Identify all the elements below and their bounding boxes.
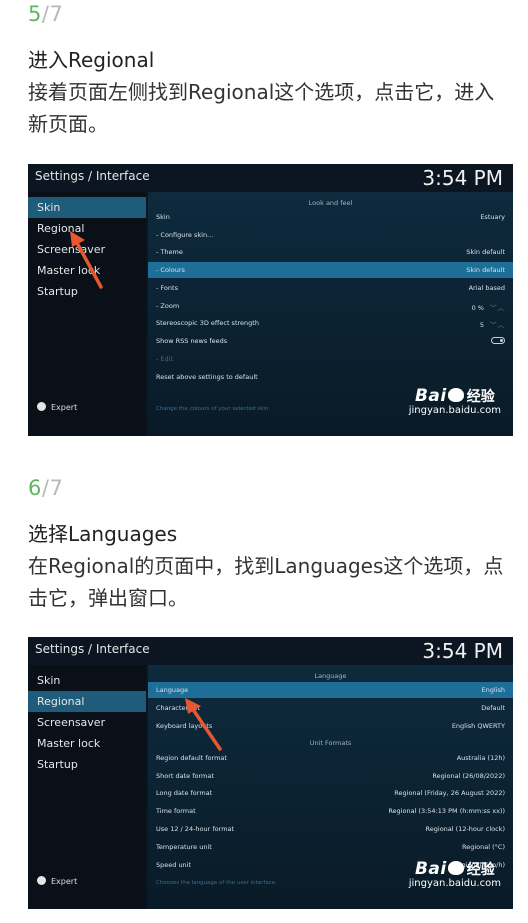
sidebar-item-master-lock[interactable]: Master lock [28, 733, 146, 754]
setting-row-configure-skin[interactable]: - Configure skin... [148, 227, 513, 243]
sidebar-item-screensaver[interactable]: Screensaver [28, 712, 146, 733]
setting-row-time-format[interactable]: Time format Regional (3:54:13 PM (h:mm:s… [148, 803, 513, 819]
setting-row-colours[interactable]: - Colours Skin default [148, 262, 513, 278]
baidu-watermark: Bai 经验 jingyan.baidu.com [408, 859, 501, 889]
step-description: 在Regional的页面中，找到Languages这个选项，点击它，弹出窗口。 [28, 554, 504, 610]
step-number: 5/7 [28, 2, 64, 26]
setting-row-stereoscopic[interactable]: Stereoscopic 3D effect strength 5 ﹀︿ [148, 315, 513, 331]
sidebar-item-skin[interactable]: Skin [28, 670, 146, 691]
gear-icon [37, 876, 46, 885]
sidebar-item-startup[interactable]: Startup [28, 754, 146, 775]
section-header: Look and feel [308, 199, 353, 207]
sidebar-item-skin[interactable]: Skin [28, 197, 146, 218]
setting-row-edit: - Edit [156, 355, 173, 363]
breadcrumb: Settings / Interface [35, 642, 150, 656]
spinner-arrows-icon[interactable]: ﹀︿ [490, 304, 505, 312]
settings-sidebar: Skin Regional Screensaver Master lock St… [28, 665, 146, 909]
spinner-arrows-icon[interactable]: ﹀︿ [490, 321, 505, 329]
step-title: 选择Languages [28, 522, 178, 546]
setting-row-language[interactable]: Language English [148, 682, 513, 698]
section-header: Unit Formats [309, 739, 352, 747]
setting-row-rss[interactable]: Show RSS news feeds [148, 333, 513, 349]
setting-row-character-set[interactable]: Character set Default [148, 700, 513, 716]
setting-row-temperature[interactable]: Temperature unit Regional (°C) [148, 839, 513, 855]
breadcrumb: Settings / Interface [35, 169, 150, 183]
setting-hint: Change the colours of your selected skin [156, 406, 269, 412]
setting-row-fonts[interactable]: - Fonts Arial based [148, 280, 513, 296]
top-bar: Settings / Interface 3:54 PM [28, 164, 513, 192]
top-bar: Settings / Interface 3:54 PM [28, 637, 513, 665]
sidebar-item-startup[interactable]: Startup [28, 281, 146, 302]
setting-row-hour-format[interactable]: Use 12 / 24-hour format Regional (12-hou… [148, 821, 513, 837]
gear-icon [37, 402, 46, 411]
setting-row-long-date[interactable]: Long date format Regional (Friday, 26 Au… [148, 785, 513, 801]
step-title: 进入Regional [28, 48, 155, 72]
sidebar-item-screensaver[interactable]: Screensaver [28, 239, 146, 260]
sidebar-item-regional[interactable]: Regional [28, 691, 146, 712]
expert-toggle[interactable]: Expert [37, 876, 77, 886]
setting-row-skin[interactable]: Skin Estuary [148, 209, 513, 225]
setting-row-reset[interactable]: Reset above settings to default [148, 369, 513, 385]
kodi-screenshot: Settings / Interface 3:54 PM Skin Region… [28, 164, 513, 436]
toggle-switch[interactable] [491, 337, 505, 344]
clock: 3:54 PM [422, 639, 503, 663]
baidu-watermark: Bai 经验 jingyan.baidu.com [408, 386, 501, 416]
setting-row-zoom[interactable]: - Zoom 0 % ﹀︿ [148, 298, 513, 314]
sidebar-item-master-lock[interactable]: Master lock [28, 260, 146, 281]
setting-row-short-date[interactable]: Short date format Regional (26/08/2022) [148, 768, 513, 784]
baidu-paw-icon [447, 861, 464, 875]
baidu-paw-icon [447, 388, 464, 402]
step-description: 接着页面左侧找到Regional这个选项，点击它，进入新页面。 [28, 80, 495, 136]
settings-sidebar: Skin Regional Screensaver Master lock St… [28, 192, 146, 436]
section-header: Language [314, 672, 347, 680]
expert-toggle[interactable]: Expert [37, 402, 77, 412]
setting-row-keyboard-layouts[interactable]: Keyboard layouts English QWERTY [148, 718, 513, 734]
step-number: 6/7 [28, 476, 64, 500]
setting-row-theme[interactable]: - Theme Skin default [148, 244, 513, 260]
kodi-screenshot: Settings / Interface 3:54 PM Skin Region… [28, 637, 513, 909]
setting-hint: Chooses the language of the user interfa… [156, 880, 277, 886]
setting-row-region-format[interactable]: Region default format Australia (12h) [148, 750, 513, 766]
sidebar-item-regional[interactable]: Regional [28, 218, 146, 239]
clock: 3:54 PM [422, 166, 503, 190]
